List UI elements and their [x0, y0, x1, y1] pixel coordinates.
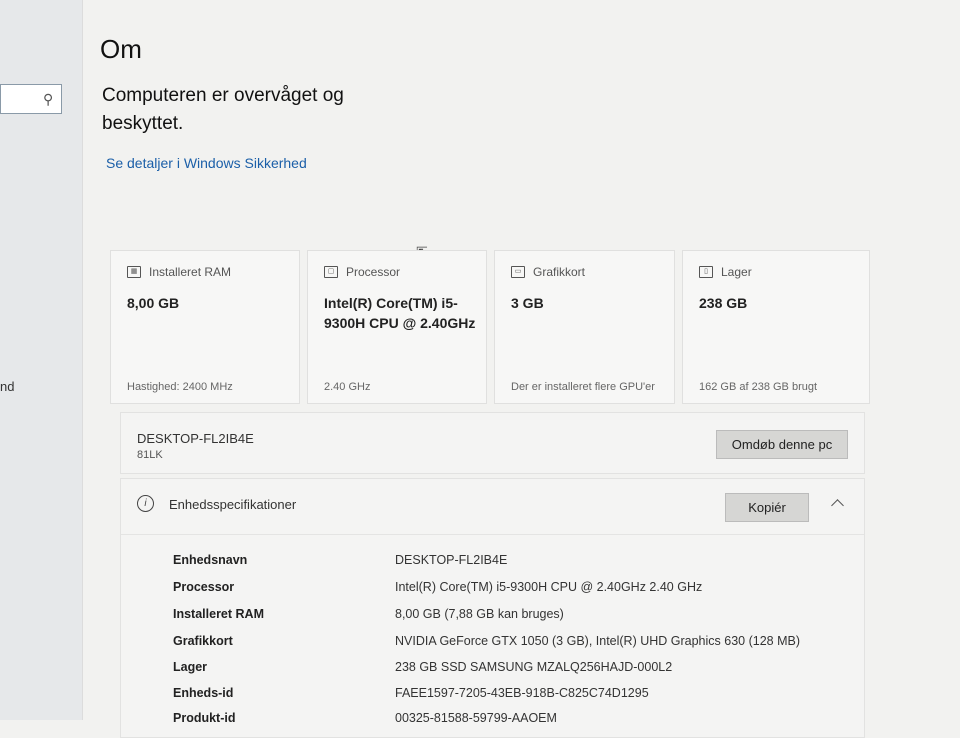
page-title: Om — [100, 34, 142, 64]
ram-icon: ▦ — [127, 266, 141, 278]
spec-value: 00325-81588-59799-AAOEM — [395, 711, 557, 725]
search-input[interactable]: ⚲ — [0, 84, 62, 114]
security-details-link[interactable]: Se detaljer i Windows Sikkerhed — [106, 155, 307, 171]
device-name: DESKTOP-FL2IB4E — [137, 431, 254, 446]
card-value: 3 GB — [511, 295, 544, 311]
processor-icon: ▢ — [324, 266, 338, 278]
spec-label: Lager — [173, 660, 208, 674]
protection-status: Computeren er overvåget og beskyttet. — [102, 85, 344, 134]
settings-sidebar: ⚲ nd — [0, 0, 83, 720]
graphics-card: ▭ Grafikkort 3 GB Der er installeret fler… — [494, 250, 675, 404]
card-footer: 162 GB af 238 GB brugt — [699, 381, 818, 393]
ram-card: ▦ Installeret RAM 8,00 GB Hastighed: 2400… — [110, 250, 300, 404]
specifications-header[interactable]: i Enhedsspecifikationer Kopiér — [121, 479, 864, 535]
card-label: Processor — [346, 265, 401, 279]
device-name-panel: DESKTOP-FL2IB4E 81LK Omdøb denne pc — [120, 412, 865, 474]
spec-value: NVIDIA GeForce GTX 1050 (3 GB), Intel(R)… — [395, 634, 800, 648]
spec-value: DESKTOP-FL2IB4E — [395, 553, 508, 567]
search-icon[interactable]: ⚲ — [43, 91, 53, 108]
chevron-up-icon[interactable] — [831, 499, 844, 512]
card-label: Lager — [721, 265, 752, 279]
device-specifications-panel: i Enhedsspecifikationer Kopiér Enhedsnav… — [120, 478, 865, 738]
card-value: Intel(R) Core(TM) i5-9300H CPU @ 2.40GHz — [324, 295, 476, 331]
spec-value: 238 GB SSD SAMSUNG MZALQ256HAJD-000L2 — [395, 660, 673, 674]
storage-icon: ▯ — [699, 266, 713, 278]
graphics-card-icon: ▭ — [511, 266, 525, 278]
rename-pc-button[interactable]: Omdøb denne pc — [716, 430, 848, 459]
spec-label: Installeret RAM — [173, 607, 264, 621]
card-value: 8,00 GB — [127, 295, 180, 311]
spec-label: Grafikkort — [173, 634, 233, 648]
spec-label: Produkt-id — [173, 711, 236, 725]
card-footer: Der er installeret flere GPU'er — [511, 381, 655, 393]
card-footer: 2.40 GHz — [324, 381, 371, 393]
sidebar-item-label[interactable]: nd — [0, 379, 14, 394]
card-footer: Hastighed: 2400 MHz — [127, 381, 233, 393]
card-value: 238 GB — [699, 295, 748, 311]
spec-label: Enhedsnavn — [173, 553, 248, 567]
spec-value: FAEE1597-7205-43EB-918B-C825C74D1295 — [395, 686, 649, 700]
storage-card: ▯ Lager 238 GB 162 GB af 238 GB brugt — [682, 250, 870, 404]
info-icon: i — [137, 495, 154, 512]
processor-card: ▢ Processor Intel(R) Core(TM) i5-9300H CP… — [307, 250, 487, 404]
spec-label: Enheds-id — [173, 686, 234, 700]
card-label: Grafikkort — [533, 265, 586, 279]
specifications-title: Enhedsspecifikationer — [169, 497, 297, 512]
spec-label: Processor — [173, 580, 235, 594]
copy-button[interactable]: Kopiér — [725, 493, 809, 522]
card-label: Installeret RAM — [149, 265, 232, 279]
spec-value: Intel(R) Core(TM) i5-9300H CPU @ 2.40GHz… — [395, 580, 703, 594]
device-model: 81LK — [137, 449, 163, 461]
spec-value: 8,00 GB (7,88 GB kan bruges) — [395, 607, 564, 621]
